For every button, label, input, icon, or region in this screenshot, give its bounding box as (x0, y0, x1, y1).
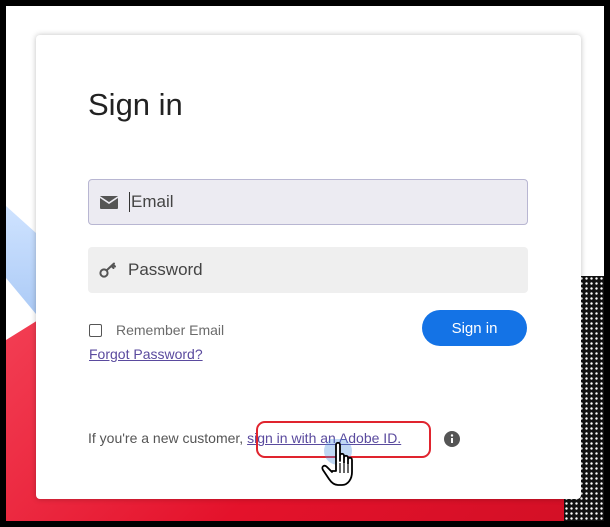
password-field[interactable]: Password (88, 247, 528, 293)
text-caret (129, 192, 130, 213)
sign-in-button[interactable]: Sign in (422, 310, 527, 346)
screenshot-frame: Sign in Email Password Remember Email Fo… (6, 6, 604, 521)
email-field[interactable]: Email (88, 179, 528, 225)
page-title: Sign in (88, 87, 183, 122)
signin-card: Sign in Email Password Remember Email Fo… (36, 35, 581, 499)
password-placeholder: Password (128, 260, 203, 279)
remember-email[interactable]: Remember Email (89, 322, 224, 338)
email-placeholder: Email (131, 191, 174, 211)
hand-cursor-icon (316, 437, 376, 499)
forgot-password-link[interactable]: Forgot Password? (89, 346, 203, 362)
remember-email-label: Remember Email (116, 322, 225, 338)
remember-email-checkbox[interactable] (89, 323, 102, 337)
key-icon (88, 262, 128, 278)
new-customer-prefix: If you're a new customer, (88, 430, 248, 446)
info-icon[interactable] (444, 431, 460, 447)
mail-icon (89, 195, 129, 209)
